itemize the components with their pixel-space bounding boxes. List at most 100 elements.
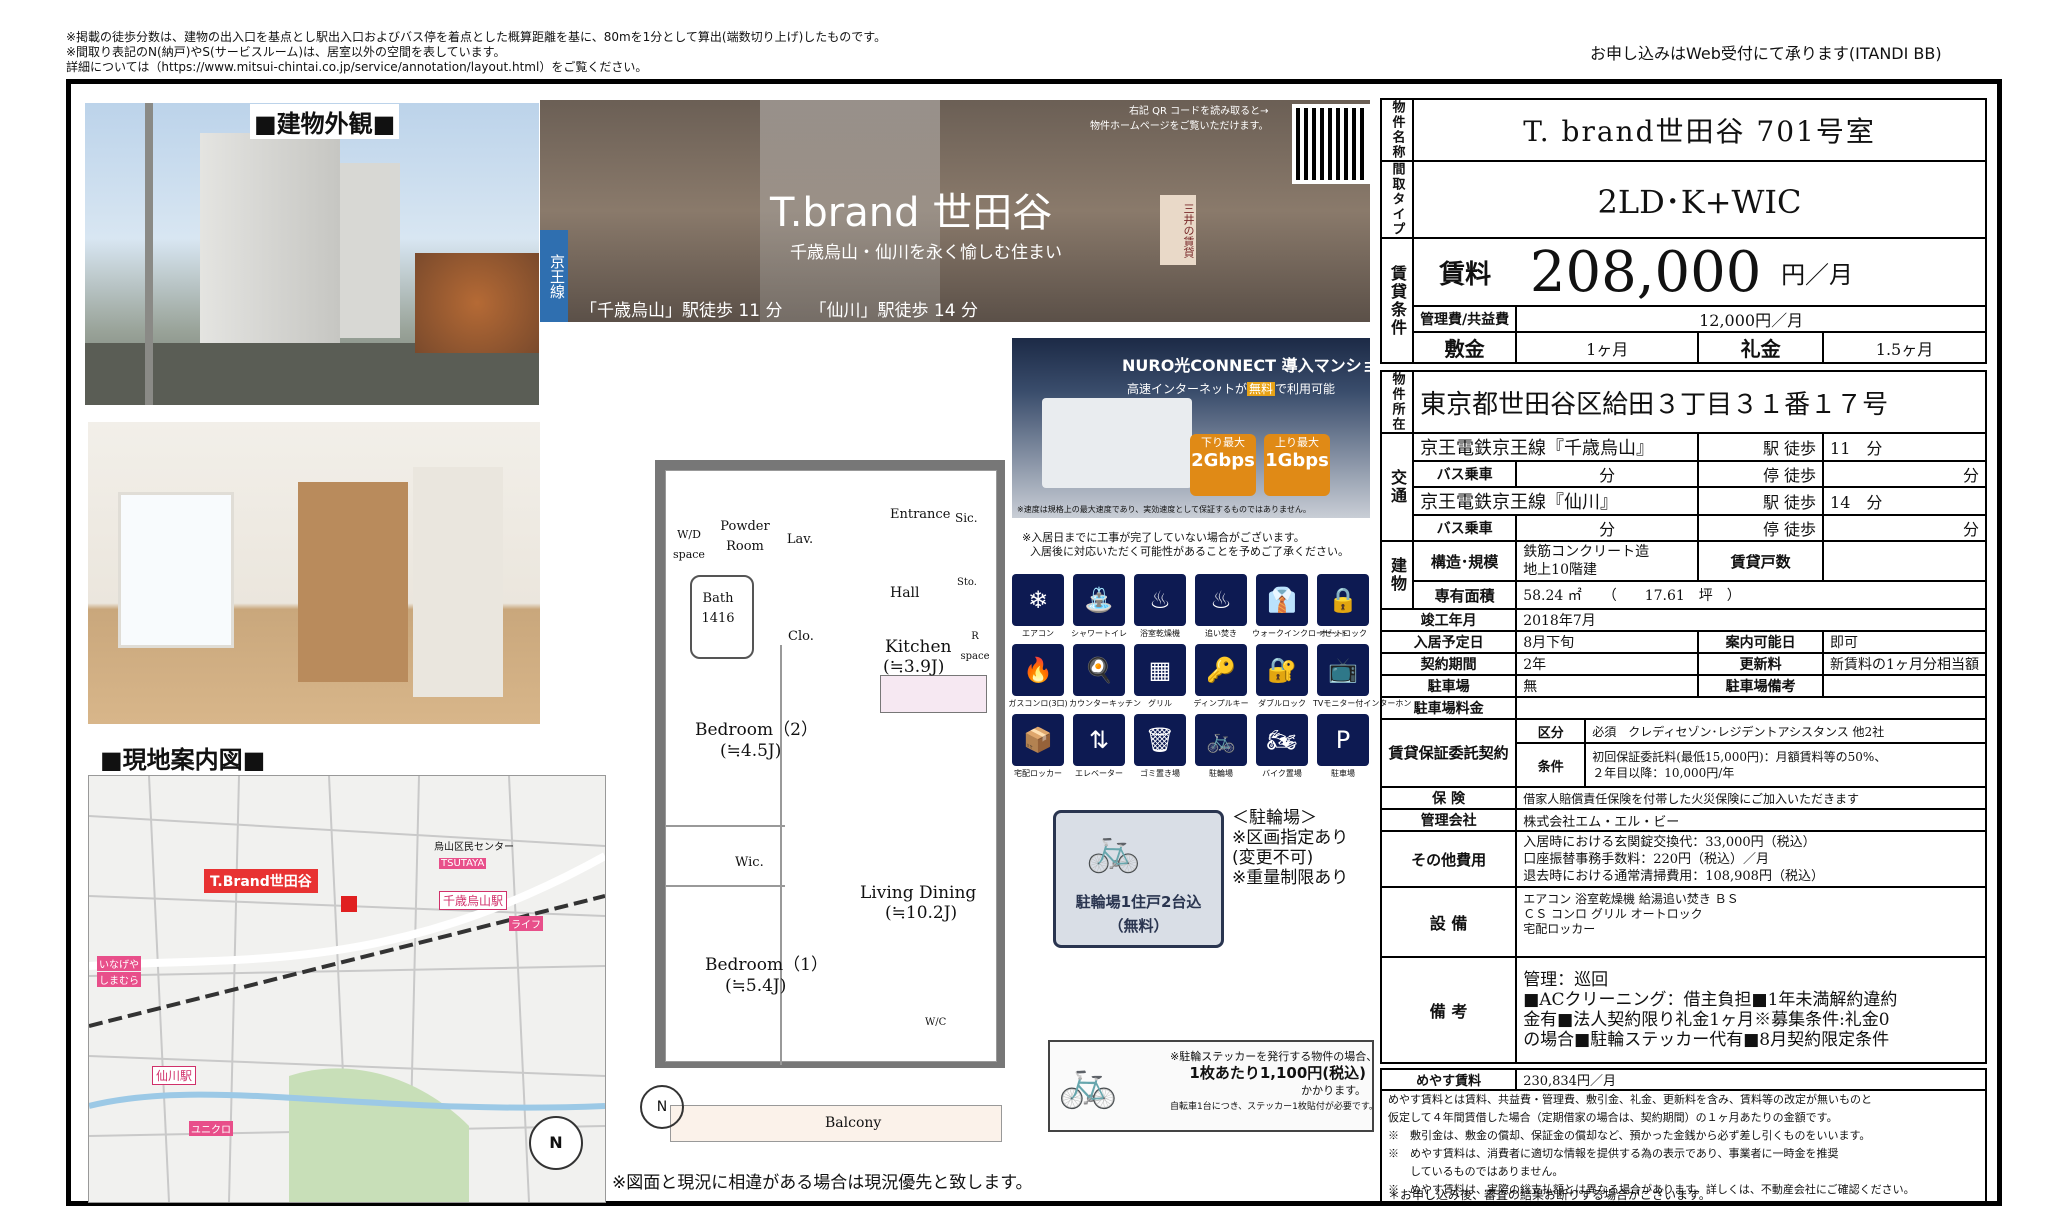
bicycle-title: ＜駐輪場＞ [1232,808,1317,828]
nuro-sub1: 高速インターネットが [1127,382,1248,396]
fp-sto: Sto. [957,577,977,588]
meyasu-fine4: ※ めやす賃料は、消費者に適切な情報を提供する為の表示であり、事業者に一時金を推… [1388,1147,1839,1160]
other-fee2: 口座振替事務手数料：220円（税込）／月 [1523,851,1770,867]
remark3: 金有■法人契約限り礼金1ヶ月※募集条件:礼金0 [1523,1010,1890,1030]
amenity-label: カウンターキッチン [1069,699,1141,708]
amenity-label: ディンプルキー [1193,699,1249,708]
banner-station2: 「仙川」駅徒歩 [809,301,929,321]
banner-min-unit: 分 [765,301,783,321]
insurance-label: 保 険 [1379,786,1518,810]
renewal-label: 更新料 [1697,652,1825,676]
map-place: しまむら [97,972,141,987]
fp-wic: Wic. [735,855,764,870]
amenity-label: 追い焚き [1205,629,1237,638]
mitsui-logo: 三井の賃貸 [1160,195,1196,265]
amenity-label: ダブルロック [1258,699,1306,708]
amenity-label: 浴室乾燥機 [1140,629,1180,638]
fp-sic: Sic. [955,511,978,525]
banner-min-unit: 分 [960,301,978,321]
nuro-panel: NURO光CONNECT 導入マンション 高速インターネットが 無料 で利用可能 下… [1012,338,1370,518]
guarantee-condition-label: 条件 [1515,742,1587,788]
amenity-label: バイク置場 [1262,769,1302,778]
traffic-header: 交通 [1379,432,1415,542]
amenity-label: 宅配ロッカー [1014,769,1062,778]
property-name: T. brand世田谷 701号室 [1412,98,1987,162]
fp-bedroom2-size: (≒4.5J) [720,741,782,761]
layout-type: 2LD･K+WIC [1412,160,1987,239]
fp-kitchen: Kitchen [885,637,952,657]
deposit-label: 敷金 [1412,331,1518,364]
fp-r-space: R space [960,631,990,662]
tv-intercom-icon: 📺 [1317,644,1369,696]
equipment1: エアコン 浴室乾燥機 給湯追い焚き ＢＳ [1523,892,1739,906]
equipment-label: 設 備 [1379,886,1518,958]
bicycle-box-text1: 駐輪場1住戸2台込 [1075,893,1202,911]
banner-station1: 「千歳烏山」駅徒歩 [580,301,733,321]
parking-remarks-label: 駐車場備考 [1697,674,1825,698]
bus1-label: バス乗車 [1412,460,1518,488]
banner: 京王線 T.brand 世田谷 千歳烏山・仙川を永く愉しむ住まい 「千歳烏山」駅… [540,100,1370,322]
air-conditioner-icon: ❄ [1012,574,1064,626]
floorplan-disclaimer: ※図面と現況に相違がある場合は現況優先と致します。 [612,1173,1033,1193]
remark2: ■ACクリーニング：借主負担■1年未満解約違約 [1523,990,1898,1010]
qr-code-icon[interactable] [1292,104,1370,184]
guarantee-label: 賃貸保証委託契約 [1379,718,1518,788]
qr-note2: 物件ホームページをご覧いただけます。 [1090,121,1269,132]
amenity-label: 駐車場 [1331,769,1355,778]
fp-hall: Hall [890,585,920,601]
banner-station2-min: 14 [933,301,956,321]
address-header: 物件所在 [1379,370,1415,434]
other-fees-label: その他費用 [1379,830,1518,888]
nuro-fine: ※速度は規格上の最大速度であり、実効速度として保証するものではありません。 [1017,505,1311,514]
units-label: 賃貸戸数 [1697,540,1825,582]
walk-in-closet-icon: 👔 [1256,574,1308,626]
reheat-bath-icon: ♨ [1195,574,1247,626]
other-fee1: 入居時における玄関錠交換代：33,000円（税込） [1523,834,1816,850]
bicycle-note3: ※重量制限あり [1232,868,1349,888]
layout-note: ※間取り表記のN(納戸)やS(サービスルーム)は、居室以外の空間を表しています。 [66,45,506,59]
nuro-note1: ※入居日までに工事が完了していない場合がございます。 [1022,531,1305,544]
map-station-chitose: 千歳烏山駅 [439,891,508,910]
built-value: 2018年7月 [1515,608,1987,632]
banner-station1-min: 11 [738,301,761,321]
nuro-up-label: 上り最大 [1275,436,1319,449]
car-parking-icon: P [1317,714,1369,766]
exterior-label: ■建物外観■ [250,104,400,139]
map-place: 烏山区民センター [434,842,514,853]
amenity-label: グリル [1148,699,1172,708]
fp-bedroom1-size: (≒5.4J) [725,976,787,996]
term-value: 2年 [1515,652,1700,676]
web-application-note: お申し込みはWeb受付にて承ります(ITANDI BB) [1590,44,1942,63]
rent-unit: 円／月 [1775,237,1987,307]
dimple-key-icon: 🔑 [1195,644,1247,696]
management-company-label: 管理会社 [1379,808,1518,832]
amenity-label: ウォークインクローゼット [1252,629,1348,638]
nuro-title: NURO光CONNECT 導入マンション [1122,356,1370,375]
parking-label: 駐車場 [1379,674,1518,698]
rent-value: 208,000 [1516,237,1776,307]
equipment3: 宅配ロッカー [1523,922,1596,936]
fp-bedroom2: Bedroom（2） [695,720,818,740]
amenity-label: ゴミ置き場 [1140,769,1180,778]
delivery-box-icon: 📦 [1012,714,1064,766]
line1: 京王電鉄京王線『千歳烏山』 [1412,432,1700,462]
address: 東京都世田谷区給田３丁目３１番１７号 [1412,370,1987,434]
line2-min-unit: 分 [1866,493,1883,512]
floor-plan: W/D space Powder Room Lav. Entrance Sic.… [615,405,1015,1145]
sticker-bicycle-icon: 🚲 [1058,1055,1118,1111]
rent-label: 賃料 [1412,237,1517,307]
mgmt-value: 12,000円／月 [1515,305,1987,333]
line2-minutes: 14 [1830,493,1851,512]
map-station-sengawa: 仙川駅 [152,1066,197,1085]
remark4: の場合■駐輪ステッカー代有■8月契約限定条件 [1523,1030,1890,1050]
nuro-down-value: 2Gbps [1191,450,1255,471]
area-map: T.Brand世田谷 千歳烏山駅 仙川駅 烏山区民センター TSUTAYA ライ… [88,775,606,1203]
map-north-icon: N [529,1116,583,1170]
amenity-label: TVモニター付インターホン [1313,699,1412,708]
parking-value: 無 [1515,674,1700,698]
parking-fee-label: 駐車場料金 [1379,696,1518,720]
amenity-label: エレベーター [1075,769,1123,778]
structure-label: 構造･規模 [1412,540,1518,582]
move-in-label: 入居予定日 [1379,630,1518,654]
washlet-icon: ⛲ [1073,574,1125,626]
